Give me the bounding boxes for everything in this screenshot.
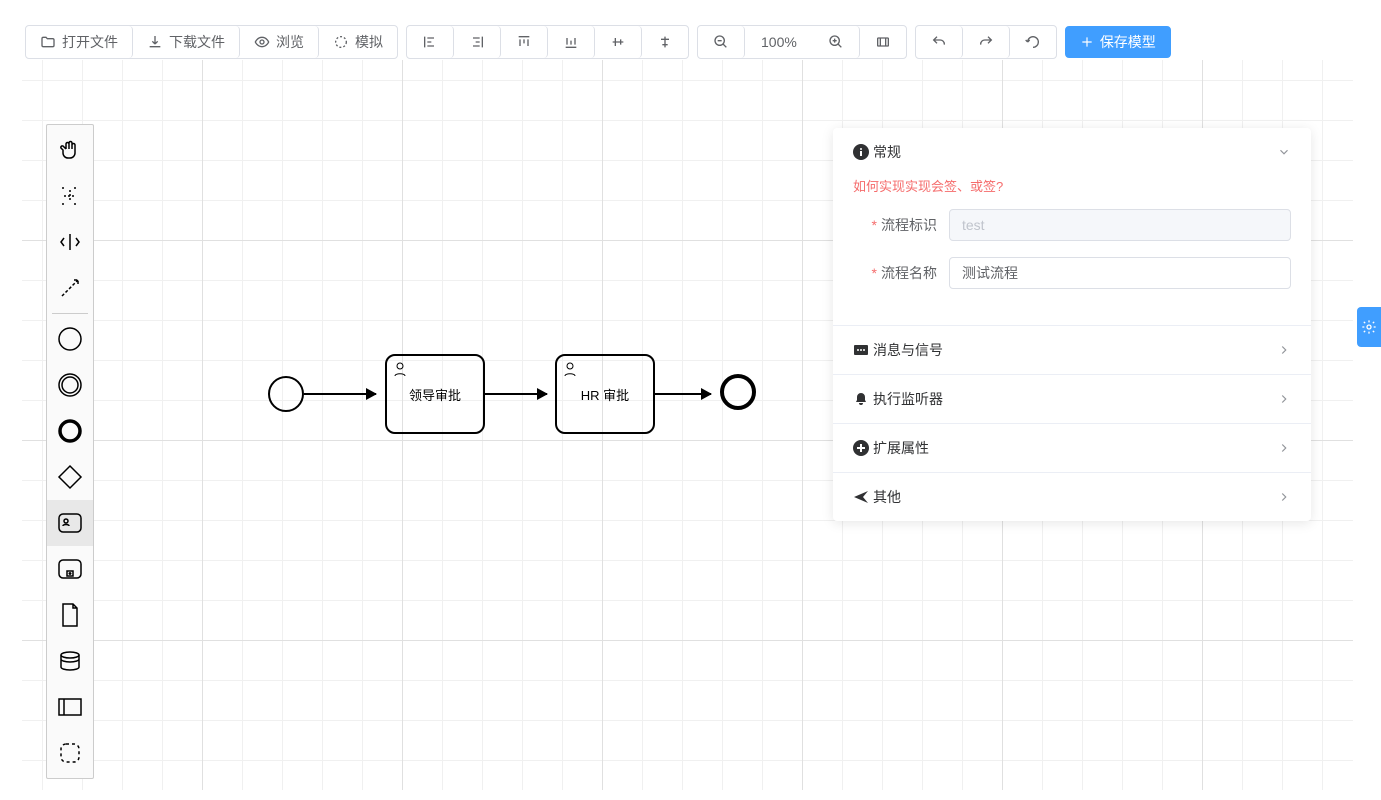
process-name-input[interactable] — [949, 257, 1291, 289]
history-group — [915, 25, 1057, 59]
section-message-signal-title: 消息与信号 — [873, 340, 943, 360]
align-group — [406, 25, 689, 59]
plus-circle-icon — [853, 440, 869, 456]
user-icon — [562, 361, 578, 377]
undo-icon — [931, 34, 947, 50]
align-bottom-button[interactable] — [548, 26, 595, 58]
align-center-v-button[interactable] — [642, 26, 688, 58]
canvas[interactable]: 领导审批 HR 审批 常规 如何实现实现会签、或签? *流程标识 — [22, 60, 1353, 790]
section-general-title: 常规 — [873, 142, 901, 162]
info-icon — [853, 144, 869, 160]
align-right-icon — [469, 34, 485, 50]
zoom-group: 100% — [697, 25, 907, 59]
panel-toggle[interactable] — [1357, 307, 1381, 347]
user-icon — [392, 361, 408, 377]
zoom-out-icon — [713, 34, 729, 50]
simulate-button[interactable]: 模拟 — [319, 26, 397, 58]
redo-button[interactable] — [963, 26, 1010, 58]
chevron-down-icon — [1277, 145, 1291, 159]
align-left-icon — [422, 34, 438, 50]
plus-icon — [1080, 35, 1094, 49]
redo-icon — [978, 34, 994, 50]
simulate-label: 模拟 — [355, 32, 383, 52]
toolbar: 打开文件 下载文件 浏览 模拟 100% 保存模型 — [0, 0, 1381, 59]
end-event[interactable] — [720, 374, 756, 410]
eye-icon — [254, 34, 270, 50]
open-file-button[interactable]: 打开文件 — [26, 26, 133, 58]
zoom-in-icon — [828, 34, 844, 50]
section-other-header[interactable]: 其他 — [833, 473, 1311, 521]
reset-icon — [1025, 34, 1041, 50]
folder-icon — [40, 34, 56, 50]
section-general-header[interactable]: 常规 — [833, 128, 1311, 176]
gear-icon — [1361, 319, 1377, 335]
section-other: 其他 — [833, 473, 1311, 521]
section-message-signal: 消息与信号 — [833, 326, 1311, 375]
section-extension-attrs-title: 扩展属性 — [873, 438, 929, 458]
align-top-icon — [516, 34, 532, 50]
properties-panel: 常规 如何实现实现会签、或签? *流程标识 *流程名称 — [833, 128, 1311, 521]
process-id-input — [949, 209, 1291, 241]
section-general-body: 如何实现实现会签、或签? *流程标识 *流程名称 — [833, 176, 1311, 325]
sequence-flow-3[interactable] — [655, 393, 711, 395]
hint-text[interactable]: 如何实现实现会签、或签? — [853, 176, 1291, 195]
preview-button[interactable]: 浏览 — [240, 26, 319, 58]
align-center-h-button[interactable] — [595, 26, 642, 58]
download-icon — [147, 34, 163, 50]
download-file-button[interactable]: 下载文件 — [133, 26, 240, 58]
section-message-signal-header[interactable]: 消息与信号 — [833, 326, 1311, 374]
section-execution-listener-header[interactable]: 执行监听器 — [833, 375, 1311, 423]
task-label: HR 审批 — [581, 385, 629, 404]
process-id-row: *流程标识 — [853, 209, 1291, 241]
message-icon — [853, 342, 869, 358]
process-id-label: *流程标识 — [853, 215, 937, 235]
sequence-flow-1[interactable] — [304, 393, 376, 395]
align-left-button[interactable] — [407, 26, 454, 58]
section-extension-attrs: 扩展属性 — [833, 424, 1311, 473]
task-leader-approval[interactable]: 领导审批 — [385, 354, 485, 434]
zoom-out-button[interactable] — [698, 26, 745, 58]
fit-viewport-button[interactable] — [860, 26, 906, 58]
chevron-right-icon — [1277, 441, 1291, 455]
align-top-button[interactable] — [501, 26, 548, 58]
task-hr-approval[interactable]: HR 审批 — [555, 354, 655, 434]
process-name-row: *流程名称 — [853, 257, 1291, 289]
chevron-right-icon — [1277, 490, 1291, 504]
align-right-button[interactable] — [454, 26, 501, 58]
open-file-label: 打开文件 — [62, 32, 118, 52]
zoom-in-button[interactable] — [813, 26, 860, 58]
start-event[interactable] — [268, 376, 304, 412]
bell-icon — [853, 391, 869, 407]
task-label: 领导审批 — [409, 385, 461, 404]
save-model-label: 保存模型 — [1100, 32, 1156, 52]
reset-button[interactable] — [1010, 26, 1056, 58]
section-execution-listener-title: 执行监听器 — [873, 389, 943, 409]
file-group: 打开文件 下载文件 浏览 模拟 — [25, 25, 398, 59]
section-other-title: 其他 — [873, 487, 901, 507]
section-general: 常规 如何实现实现会签、或签? *流程标识 *流程名称 — [833, 128, 1311, 326]
preview-label: 浏览 — [276, 32, 304, 52]
sequence-flow-2[interactable] — [485, 393, 547, 395]
fit-icon — [875, 34, 891, 50]
save-model-button[interactable]: 保存模型 — [1065, 26, 1171, 58]
align-center-v-icon — [657, 34, 673, 50]
chevron-right-icon — [1277, 343, 1291, 357]
section-extension-attrs-header[interactable]: 扩展属性 — [833, 424, 1311, 472]
zoom-level: 100% — [745, 26, 813, 58]
align-center-h-icon — [610, 34, 626, 50]
simulate-icon — [333, 34, 349, 50]
download-file-label: 下载文件 — [169, 32, 225, 52]
section-execution-listener: 执行监听器 — [833, 375, 1311, 424]
undo-button[interactable] — [916, 26, 963, 58]
chevron-right-icon — [1277, 392, 1291, 406]
align-bottom-icon — [563, 34, 579, 50]
process-name-label: *流程名称 — [853, 263, 937, 283]
send-icon — [853, 489, 869, 505]
